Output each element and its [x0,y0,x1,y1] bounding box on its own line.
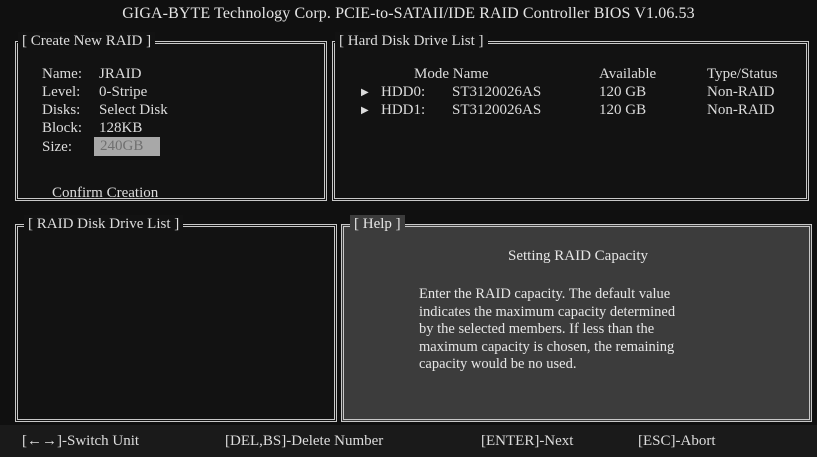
hdd-model: ST3120026AS [452,102,542,118]
raid-list-panel: [ RAID Disk Drive List ] [15,215,337,422]
raid-list-title: [ RAID Disk Drive List ] [24,215,184,233]
block-value[interactable]: 128KB [99,120,142,137]
help-heading: Setting RAID Capacity [508,248,648,264]
field-label: Name: [42,66,82,82]
field-label: Disks: [42,102,81,118]
bios-title: GIGA-BYTE Technology Corp. PCIE-to-SATAI… [122,5,695,22]
help-line: indicates the maximum capacity determine… [419,303,676,320]
help-title: [ Help ] [350,215,405,233]
size-input[interactable]: 240GB [94,137,160,156]
delete-number-hint[interactable]: [DEL,BS]-Delete Number [225,433,383,450]
hdd-row[interactable]: ▶ HDD0: ST3120026AS 120 GB Non-RAID [335,84,813,102]
hdd-status: Non-RAID [707,84,775,100]
confirm-creation-button[interactable]: Confirm Creation [52,185,158,202]
hdd-list-panel: [ Hard Disk Drive List ] Mode Name Avail… [332,32,809,201]
row-pointer-icon: ▶ [361,105,369,116]
help-line: capacity would be no used. [419,356,577,372]
abort-hint[interactable]: [ESC]-Abort [638,433,716,450]
hdd-available: 120 GB [599,102,647,118]
level-value[interactable]: 0-Stripe [99,84,147,101]
help-line: maximum capacity is chosen, the remainin… [419,338,675,355]
hdd-available: 120 GB [599,84,647,100]
hdd-model: ST3120026AS [452,84,542,100]
hdd-id: HDD0: [381,84,426,100]
create-raid-panel: [ Create New RAID ] Name: JRAID Level: 0… [15,32,327,202]
hdd-list-title: [ Hard Disk Drive List ] [335,32,488,50]
hdd-id: HDD1: [381,102,426,118]
next-hint[interactable]: [ENTER]-Next [481,433,573,450]
switch-unit-hint[interactable]: [←→]-Switch Unit [22,433,139,450]
help-line: Enter the RAID capacity. The default val… [419,286,671,302]
help-text: Enter the RAID capacity. The default val… [419,286,759,374]
field-label: Size: [42,139,72,155]
header-mode-name: Mode Name [414,66,489,82]
field-label: Level: [42,84,81,100]
row-pointer-icon: ▶ [361,87,369,98]
help-line: by the selected members. If less than th… [419,321,655,337]
name-value[interactable]: JRAID [99,66,142,83]
help-panel: [ Help ] Setting RAID Capacity Enter the… [341,215,812,422]
header-type-status: Type/Status [707,66,778,82]
hdd-row[interactable]: ▶ HDD1: ST3120026AS 120 GB Non-RAID [335,102,813,120]
create-raid-title: [ Create New RAID ] [18,32,156,50]
field-label: Block: [42,120,82,136]
disks-value[interactable]: Select Disk [99,102,168,119]
header-available: Available [599,66,657,82]
hdd-status: Non-RAID [707,102,775,118]
